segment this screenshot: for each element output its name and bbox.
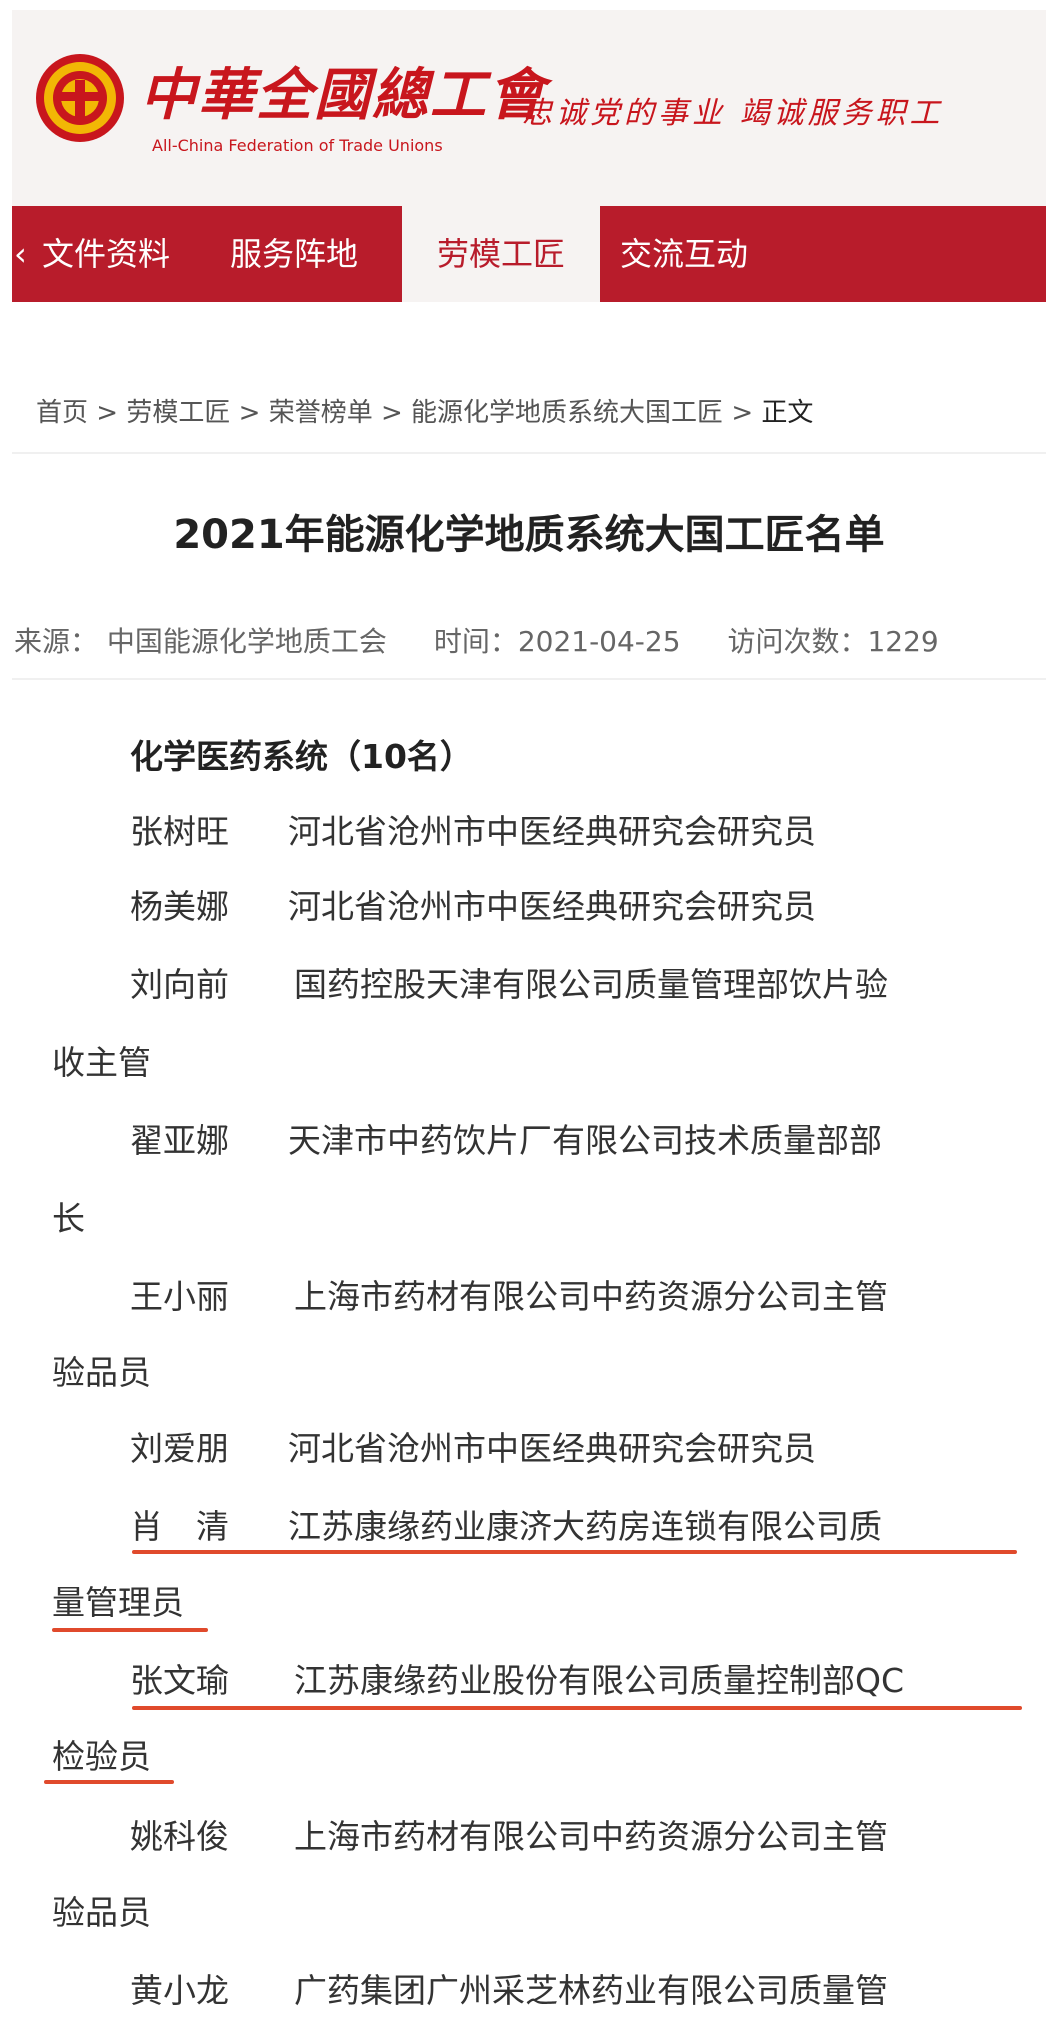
worker-org: 江苏康缘药业股份有限公司质量控制部QC — [294, 1661, 905, 1700]
list-item: 张文瑜 江苏康缘药业股份有限公司质量控制部QC — [130, 1654, 904, 1702]
worker-name: 张树旺 — [130, 812, 229, 851]
highlight-underline — [52, 1628, 208, 1632]
worker-org: 河北省沧州市中医经典研究会研究员 — [288, 887, 816, 926]
divider — [12, 452, 1046, 454]
highlight-underline — [132, 1706, 1022, 1710]
worker-org: 江苏康缘药业康济大药房连锁有限公司质 — [288, 1507, 882, 1546]
list-item: 姚科俊 上海市药材有限公司中药资源分公司主管 — [130, 1810, 888, 1858]
worker-org: 河北省沧州市中医经典研究会研究员 — [288, 812, 816, 851]
highlight-underline — [44, 1780, 174, 1784]
main-nav: ‹ 文件资料 服务阵地 劳模工匠 交流互动 — [12, 206, 1046, 302]
article-source: 来源： 中国能源化学地质工会 — [14, 625, 387, 658]
acftu-emblem-icon — [36, 54, 124, 142]
breadcrumb-category[interactable]: 能源化学地质系统大国工匠 — [411, 398, 723, 428]
worker-org-continuation: 量管理员 — [52, 1583, 184, 1622]
worker-name: 刘向前 — [130, 965, 229, 1004]
highlight-underline — [132, 1550, 1017, 1554]
worker-name: 姚科俊 — [130, 1817, 229, 1856]
divider — [12, 678, 1046, 680]
breadcrumb-separator: > — [96, 398, 119, 428]
worker-org: 上海市药材有限公司中药资源分公司主管 — [294, 1277, 888, 1316]
worker-org: 天津市中药饮片厂有限公司技术质量部部 — [288, 1121, 882, 1160]
header-slogan: 忠诚党的事业 竭诚服务职工 — [522, 96, 944, 131]
nav-tab-interaction[interactable]: 交流互动 — [620, 206, 748, 302]
logo-chinese-text: 中華全國總工會 — [140, 62, 546, 128]
breadcrumb-separator: > — [731, 398, 754, 428]
worker-name: 翟亚娜 — [130, 1121, 229, 1160]
list-item: 张树旺 河北省沧州市中医经典研究会研究员 — [130, 805, 816, 853]
page: 中華全國總工會 All-China Federation of Trade Un… — [12, 10, 1046, 2022]
article-title: 2021年能源化学地质系统大国工匠名单 — [173, 512, 885, 558]
worker-org-continuation: 验品员 — [52, 1893, 151, 1932]
list-item: 肖 清 江苏康缘药业康济大药房连锁有限公司质 — [130, 1500, 882, 1548]
article-time: 时间：2021-04-25 — [433, 625, 681, 658]
breadcrumb-separator: > — [380, 398, 403, 428]
breadcrumb-home[interactable]: 首页 — [36, 398, 88, 428]
breadcrumb-current: 正文 — [761, 398, 814, 428]
nav-tab-documents[interactable]: 文件资料 — [42, 206, 170, 302]
worker-name: 黄小龙 — [130, 1971, 229, 2010]
nav-tab-service[interactable]: 服务阵地 — [230, 206, 358, 302]
worker-org: 广药集团广州采芝林药业有限公司质量管 — [294, 1971, 888, 2010]
breadcrumb-model-workers[interactable]: 劳模工匠 — [126, 398, 230, 428]
section-heading: 化学医药系统（10名） — [130, 737, 473, 776]
list-item: 杨美娜 河北省沧州市中医经典研究会研究员 — [130, 880, 816, 928]
worker-name: 刘爱朋 — [130, 1429, 229, 1468]
worker-org-continuation: 收主管 — [52, 1043, 151, 1082]
list-item: 刘爱朋 河北省沧州市中医经典研究会研究员 — [130, 1422, 816, 1470]
worker-name: 王小丽 — [130, 1277, 229, 1316]
list-item: 王小丽 上海市药材有限公司中药资源分公司主管 — [130, 1270, 888, 1318]
breadcrumb-honor-list[interactable]: 荣誉榜单 — [269, 398, 373, 428]
worker-name: 杨美娜 — [130, 887, 229, 926]
worker-org-continuation: 验品员 — [52, 1353, 151, 1392]
worker-org-continuation: 长 — [52, 1199, 85, 1238]
article-meta: 来源： 中国能源化学地质工会 时间：2021-04-25 访问次数：1229 — [14, 620, 977, 660]
list-item: 翟亚娜 天津市中药饮片厂有限公司技术质量部部 — [130, 1114, 882, 1162]
worker-org-continuation: 检验员 — [52, 1737, 151, 1776]
article-visits: 访问次数：1229 — [727, 625, 939, 658]
worker-name: 肖 清 — [130, 1507, 229, 1546]
breadcrumb-separator: > — [238, 398, 261, 428]
nav-tab-model-workers[interactable]: 劳模工匠 — [402, 206, 600, 302]
site-header: 中華全國總工會 All-China Federation of Trade Un… — [12, 10, 1046, 206]
logo-english-text: All-China Federation of Trade Unions — [152, 136, 443, 155]
worker-org: 上海市药材有限公司中药资源分公司主管 — [294, 1817, 888, 1856]
worker-org: 河北省沧州市中医经典研究会研究员 — [288, 1429, 816, 1468]
list-item: 刘向前 国药控股天津有限公司质量管理部饮片验 — [130, 958, 888, 1006]
worker-org: 国药控股天津有限公司质量管理部饮片验 — [294, 965, 888, 1004]
worker-name: 张文瑜 — [130, 1661, 229, 1700]
list-item: 黄小龙 广药集团广州采芝林药业有限公司质量管 — [130, 1964, 888, 2012]
scroll-left-arrow-icon[interactable]: ‹ — [14, 234, 42, 274]
breadcrumb: 首页 > 劳模工匠 > 荣誉榜单 > 能源化学地质系统大国工匠 > 正文 — [36, 392, 813, 429]
